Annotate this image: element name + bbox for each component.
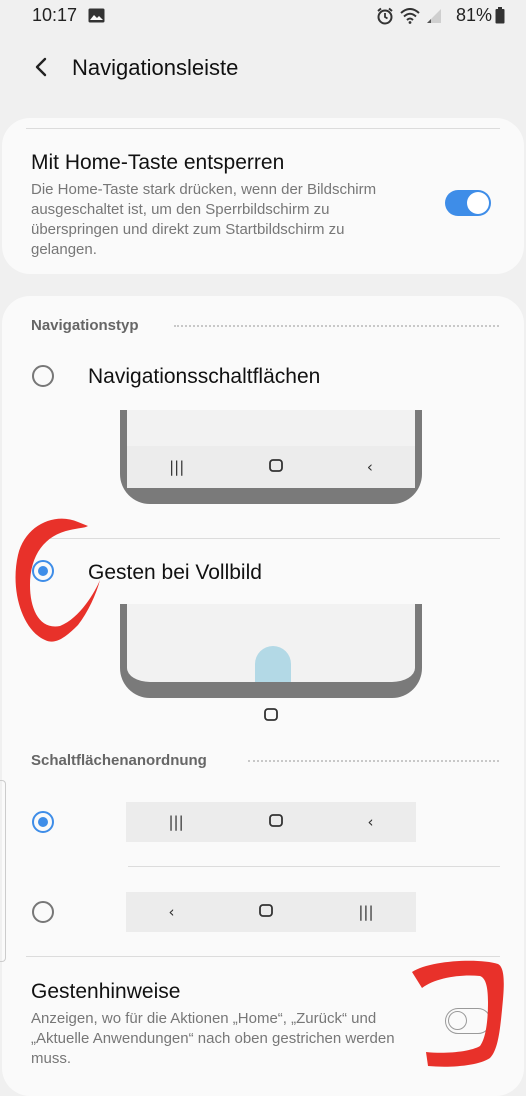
- home-unlock-title: Mit Home-Taste entsperren: [31, 151, 285, 174]
- gesture-handle: [255, 646, 291, 682]
- button-order-2-radio[interactable]: [32, 901, 54, 923]
- back-arrow-icon: [35, 57, 47, 77]
- home-unlock-card: Mit Home-Taste entsperren Die Home-Taste…: [2, 118, 524, 274]
- gestures-preview: [120, 604, 422, 698]
- home-icon: [259, 903, 274, 921]
- nav-buttons-label: Navigationsschaltflächen: [88, 365, 321, 388]
- home-unlock-toggle[interactable]: [445, 190, 491, 216]
- button-order-section-label: Schaltflächenanordnung: [31, 752, 207, 769]
- back-icon: ‹: [367, 813, 374, 831]
- home-icon: [268, 458, 283, 476]
- battery-level: 81%: [455, 5, 492, 25]
- nav-option-buttons[interactable]: Navigationsschaltflächen ||| ‹: [2, 352, 524, 522]
- home-unlock-description: Die Home-Taste stark drücken, wenn der B…: [31, 181, 377, 258]
- annotation-bracket-mark: [412, 960, 504, 1067]
- button-order-1-radio[interactable]: [32, 811, 54, 833]
- option-divider: [128, 866, 500, 867]
- signal-icon: [427, 9, 441, 23]
- section-divider: [174, 325, 499, 327]
- status-time: 10:17: [32, 5, 78, 25]
- back-icon: ‹: [168, 903, 175, 921]
- section-divider: [248, 760, 499, 762]
- battery-icon: [495, 7, 505, 29]
- recents-icon: |||: [169, 458, 185, 476]
- scroll-handle[interactable]: [0, 780, 6, 962]
- back-button[interactable]: [28, 52, 58, 82]
- button-order-1-preview: ||| ‹: [126, 802, 416, 842]
- wifi-icon: [400, 8, 420, 24]
- recents-icon: |||: [358, 903, 374, 921]
- nav-buttons-radio[interactable]: [32, 365, 54, 387]
- button-order-option-2[interactable]: ‹ |||: [2, 888, 524, 936]
- annotation-circle-mark: [15, 518, 100, 642]
- nav-buttons-preview: ||| ‹: [120, 410, 422, 504]
- nav-type-section-label: Navigationstyp: [31, 317, 139, 334]
- home-icon: [268, 813, 283, 831]
- gesture-home-icon: [264, 708, 278, 726]
- image-icon: [88, 7, 105, 25]
- gesture-hints-description: Anzeigen, wo für die Aktionen „Home“, „Z…: [31, 1010, 395, 1067]
- page-title: Navigationsleiste: [72, 55, 239, 80]
- back-icon: ‹: [366, 458, 373, 476]
- alarm-icon: [377, 7, 393, 25]
- button-order-option-1[interactable]: ||| ‹: [2, 798, 524, 846]
- top-divider: [26, 128, 500, 129]
- button-order-2-preview: ‹ |||: [126, 892, 416, 932]
- recents-icon: |||: [168, 813, 184, 831]
- gesture-hints-title: Gestenhinweise: [31, 980, 181, 1003]
